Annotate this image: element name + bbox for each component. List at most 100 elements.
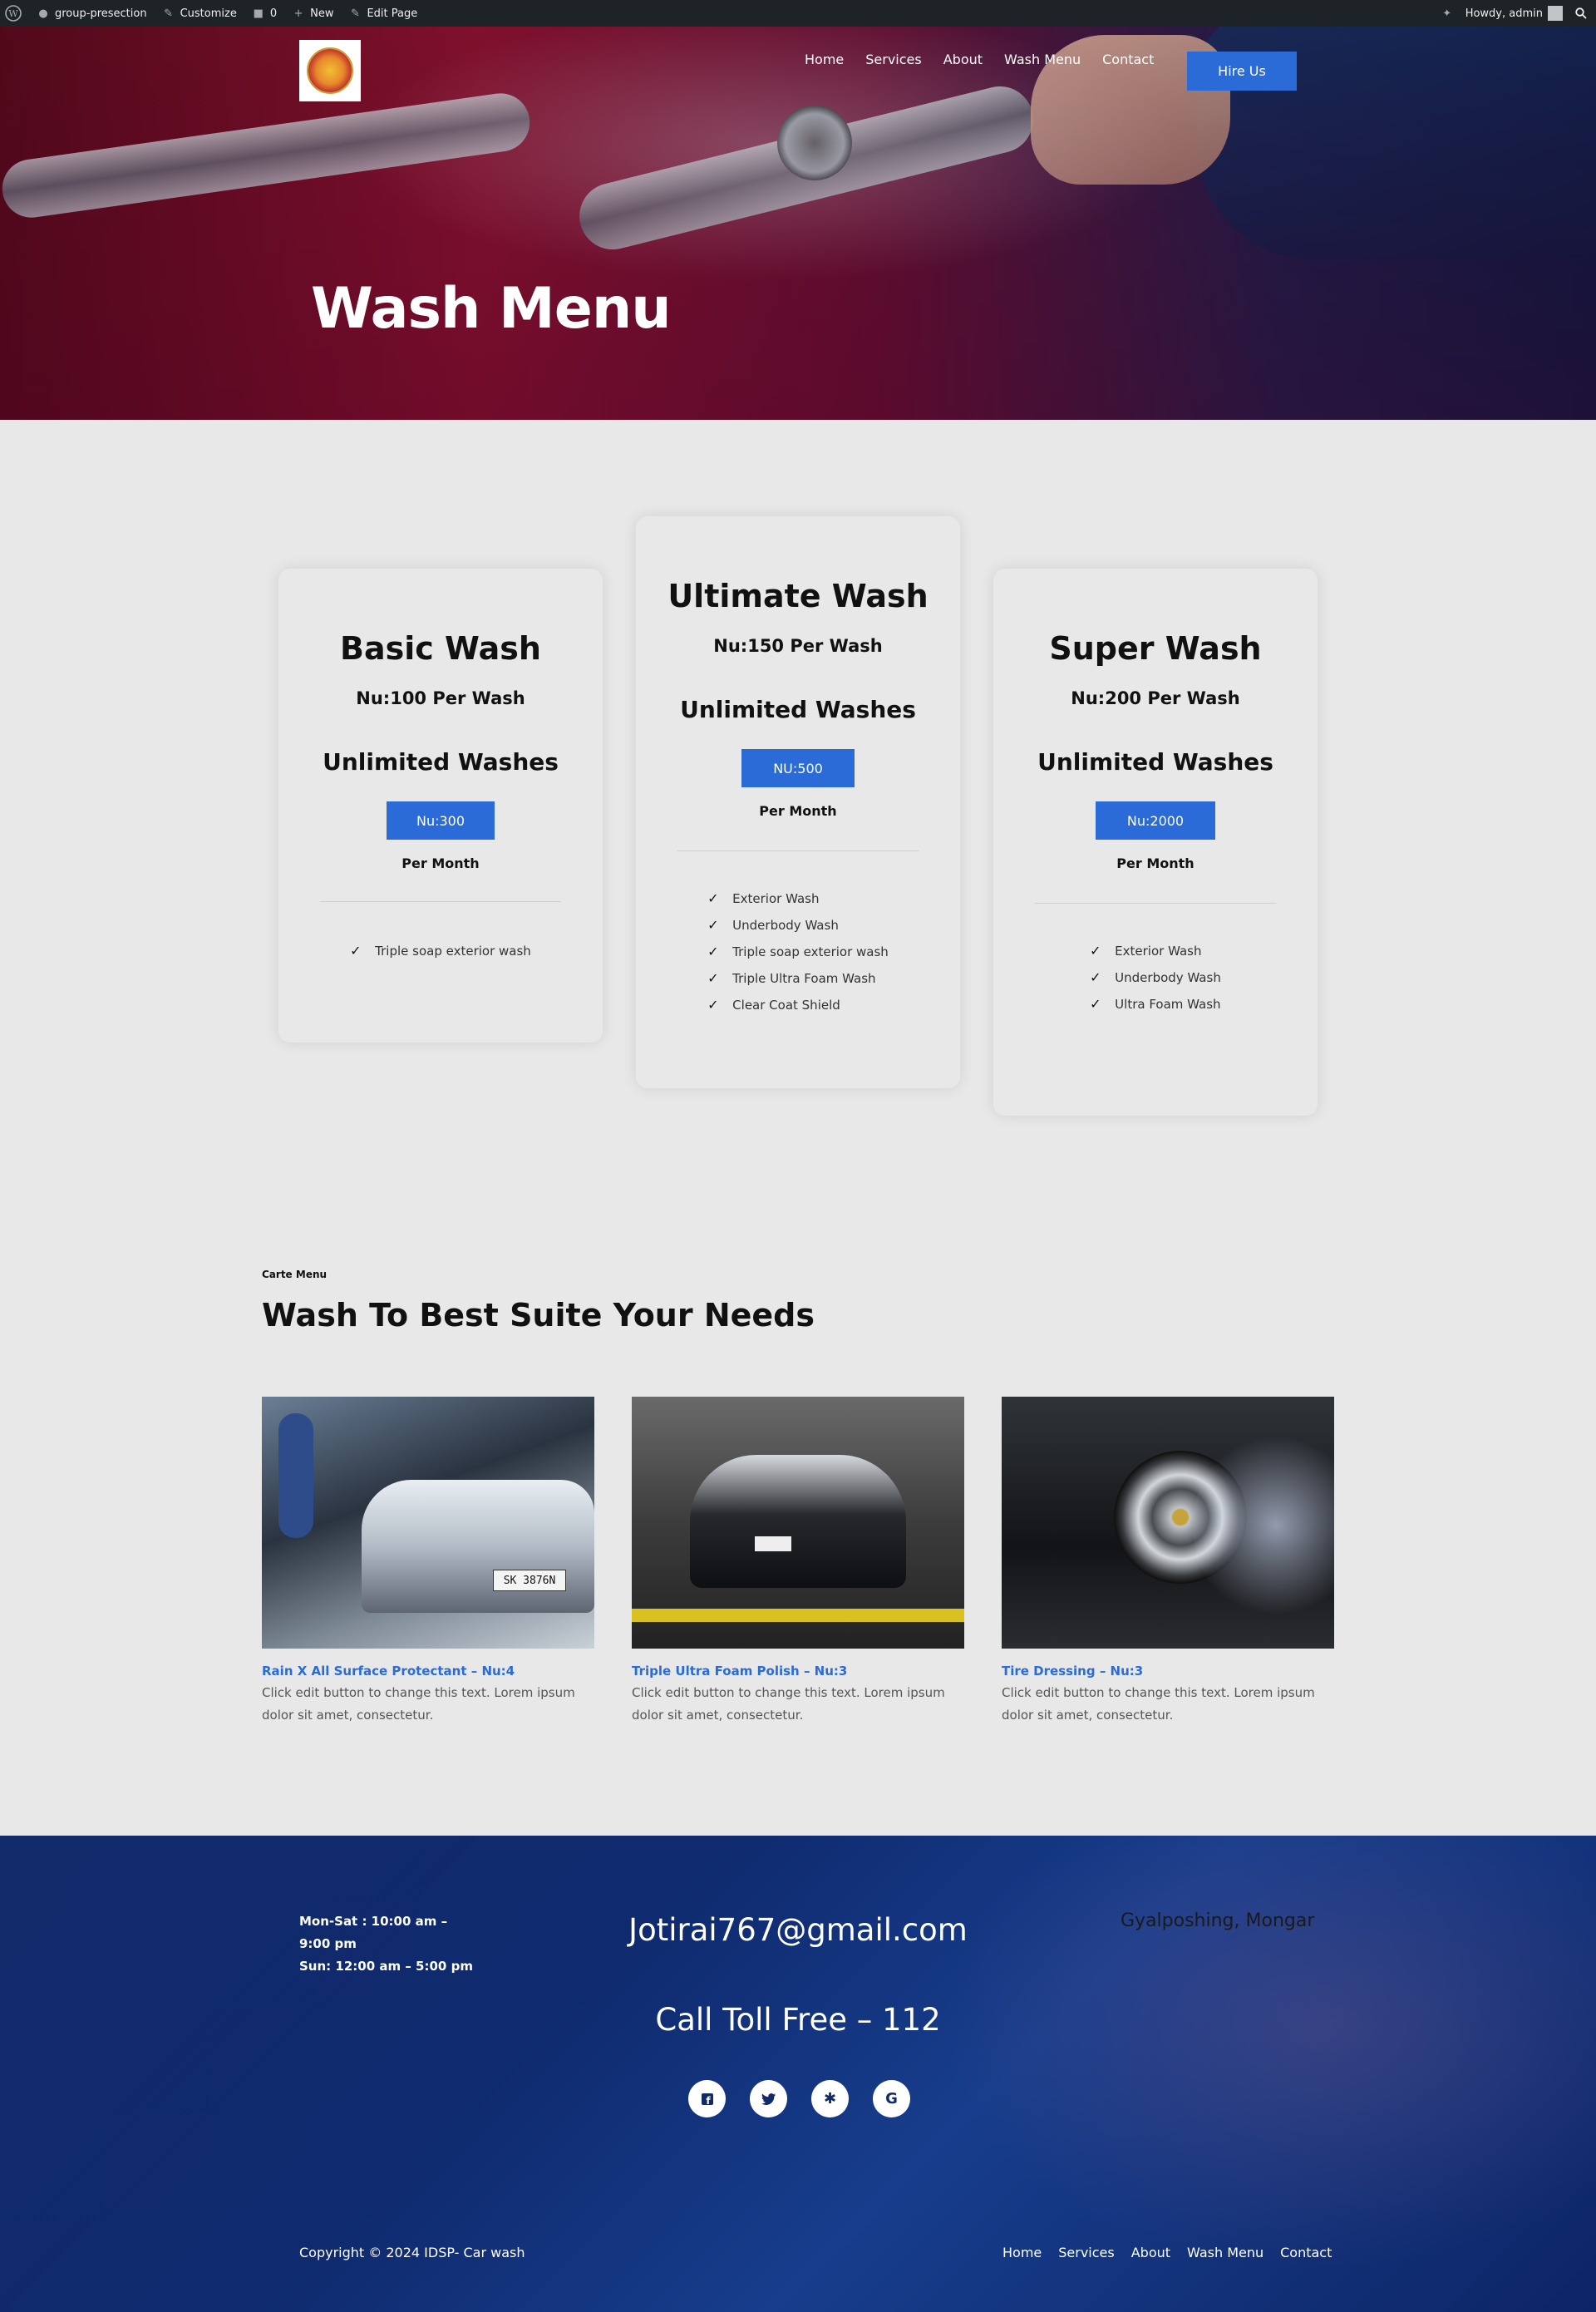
dashboard-icon: ● (38, 7, 48, 20)
brush-icon: ✎ (164, 7, 174, 20)
plan-price: Nu:150 Per Wash (713, 636, 883, 656)
footer-nav-services[interactable]: Services (1058, 2245, 1114, 2260)
svg-text:f: f (706, 2095, 711, 2106)
plan-card-super: Super Wash Nu:200 Per Wash Unlimited Was… (993, 569, 1318, 1116)
admin-bar-site-link[interactable]: ● group-presection (37, 7, 147, 20)
footer-nav-wash-menu[interactable]: Wash Menu (1187, 2245, 1264, 2260)
nav-about[interactable]: About (943, 52, 983, 67)
copyright-text: Copyright © 2024 IDSP- Car wash (299, 2245, 525, 2260)
photo-black-car (690, 1455, 906, 1588)
photo-license-plate: SK 3876N (493, 1570, 566, 1591)
plan-period: Per Month (1116, 855, 1195, 871)
photo-plate (755, 1536, 791, 1551)
section-title: Wash To Best Suite Your Needs (262, 1297, 815, 1333)
contact-email[interactable]: Jotirai767@gmail.com (0, 1912, 1596, 1948)
yelp-icon[interactable]: ✱ (811, 2080, 849, 2117)
plan-features: ✓ Exterior Wash ✓ Underbody Wash ✓ Triple s… (707, 885, 889, 1018)
plan-unlimited: Unlimited Washes (1037, 748, 1273, 776)
sparkle-icon[interactable]: ✦ (1441, 7, 1454, 20)
nav-wash-menu[interactable]: Wash Menu (1004, 52, 1081, 67)
hero-banner (0, 27, 1596, 420)
photo-person (278, 1413, 313, 1538)
plan-divider (1035, 903, 1276, 904)
search-icon[interactable] (1574, 7, 1588, 20)
photo-rail (632, 1609, 964, 1622)
hire-us-button[interactable]: Hire Us (1187, 52, 1297, 91)
page-title: Wash Menu (311, 276, 672, 342)
carte-item-title[interactable]: Rain X All Surface Protectant – Nu:4 (262, 1664, 594, 1679)
toll-free-phone[interactable]: Call Toll Free – 112 (0, 2002, 1596, 2038)
carte-item: Triple Ultra Foam Polish – Nu:3 Click ed… (632, 1397, 964, 1727)
plan-feature: ✓ Triple soap exterior wash (350, 943, 531, 959)
plan-title: Ultimate Wash (667, 578, 929, 614)
plan-feature: ✓ Triple Ultra Foam Wash (707, 970, 876, 986)
customize-label: Customize (180, 7, 237, 20)
photo-smoke (1193, 1430, 1334, 1621)
plan-card-ultimate: Ultimate Wash Nu:150 Per Wash Unlimited … (636, 516, 960, 1088)
site-logo[interactable] (299, 40, 361, 101)
plan-title: Super Wash (1049, 630, 1262, 667)
nav-home[interactable]: Home (805, 52, 844, 67)
carte-photo-foam-car: SK 3876N (262, 1397, 594, 1649)
plan-price-button[interactable]: NU:500 (741, 749, 855, 787)
plan-title: Basic Wash (340, 630, 541, 667)
new-label: New (310, 7, 334, 20)
plan-feature: ✓ Ultra Foam Wash (1090, 996, 1221, 1012)
footer-nav-about[interactable]: About (1131, 2245, 1170, 2260)
plan-feature: ✓ Triple soap exterior wash (707, 944, 889, 959)
plan-feature: ✓ Underbody Wash (1090, 969, 1221, 985)
plan-price-button[interactable]: Nu:2000 (1096, 801, 1215, 840)
plan-features: ✓ Exterior Wash ✓ Underbody Wash ✓ Ultra Fo… (1090, 938, 1221, 1018)
edit-page-label: Edit Page (367, 7, 418, 20)
check-icon: ✓ (1090, 996, 1101, 1012)
carte-item-title[interactable]: Tire Dressing – Nu:3 (1002, 1664, 1334, 1679)
wordpress-logo-icon[interactable]: W (5, 5, 22, 22)
plan-price: Nu:100 Per Wash (356, 688, 525, 708)
carte-item-text: Click edit button to change this text. L… (632, 1685, 945, 1723)
twitter-icon[interactable] (750, 2080, 787, 2117)
footer-nav-contact[interactable]: Contact (1280, 2245, 1332, 2260)
check-icon: ✓ (1090, 969, 1101, 985)
check-icon: ✓ (350, 943, 362, 959)
avatar (1548, 6, 1563, 21)
carte-item-title[interactable]: Triple Ultra Foam Polish – Nu:3 (632, 1664, 964, 1679)
main-nav: Home Services About Wash Menu Contact (805, 52, 1175, 67)
check-icon: ✓ (707, 944, 719, 959)
footer-bg-glow (873, 1836, 1596, 2312)
footer-nav-home[interactable]: Home (1002, 2245, 1042, 2260)
plan-feature: ✓ Clear Coat Shield (707, 997, 840, 1013)
logo-emblem (307, 47, 353, 94)
admin-bar-new[interactable]: + New (292, 7, 334, 20)
contact-address: Gyalposhing, Mongar (1121, 1910, 1315, 1931)
plan-price: Nu:200 Per Wash (1071, 688, 1240, 708)
plan-feature: ✓ Underbody Wash (707, 917, 839, 933)
admin-bar-account[interactable]: Howdy, admin (1465, 6, 1563, 21)
site-name: group-presection (55, 7, 147, 20)
admin-bar-customize[interactable]: ✎ Customize (162, 7, 237, 20)
carte-photo-carwash-tunnel (632, 1397, 964, 1649)
plan-feature: ✓ Exterior Wash (707, 890, 820, 906)
comments-count: 0 (269, 7, 278, 20)
hours-sunday: Sun: 12:00 am – 5:00 pm (299, 1959, 473, 1974)
admin-bar-left: W ● group-presection ✎ Customize ■ 0 + N… (5, 0, 417, 27)
admin-bar-edit-page[interactable]: ✎ Edit Page (348, 7, 417, 20)
check-icon: ✓ (707, 970, 719, 986)
nav-contact[interactable]: Contact (1102, 52, 1154, 67)
plan-card-basic: Basic Wash Nu:100 Per Wash Unlimited Was… (278, 569, 603, 1043)
svg-text:W: W (8, 8, 18, 19)
carte-item: SK 3876N Rain X All Surface Protectant –… (262, 1397, 594, 1727)
site-footer (0, 1836, 1596, 2312)
google-icon[interactable]: G (873, 2080, 910, 2117)
plan-divider (320, 901, 561, 902)
plan-price-button[interactable]: Nu:300 (387, 801, 495, 840)
section-eyebrow: Carte Menu (262, 1269, 328, 1280)
comment-icon: ■ (253, 7, 264, 20)
facebook-icon[interactable]: f (688, 2080, 726, 2117)
wp-admin-bar: W ● group-presection ✎ Customize ■ 0 + N… (0, 0, 1596, 27)
nav-services[interactable]: Services (865, 52, 921, 67)
admin-bar-comments[interactable]: ■ 0 (252, 7, 277, 20)
check-icon: ✓ (1090, 943, 1101, 959)
pencil-icon: ✎ (351, 7, 360, 20)
plan-divider (677, 850, 919, 851)
plan-period: Per Month (401, 855, 480, 871)
